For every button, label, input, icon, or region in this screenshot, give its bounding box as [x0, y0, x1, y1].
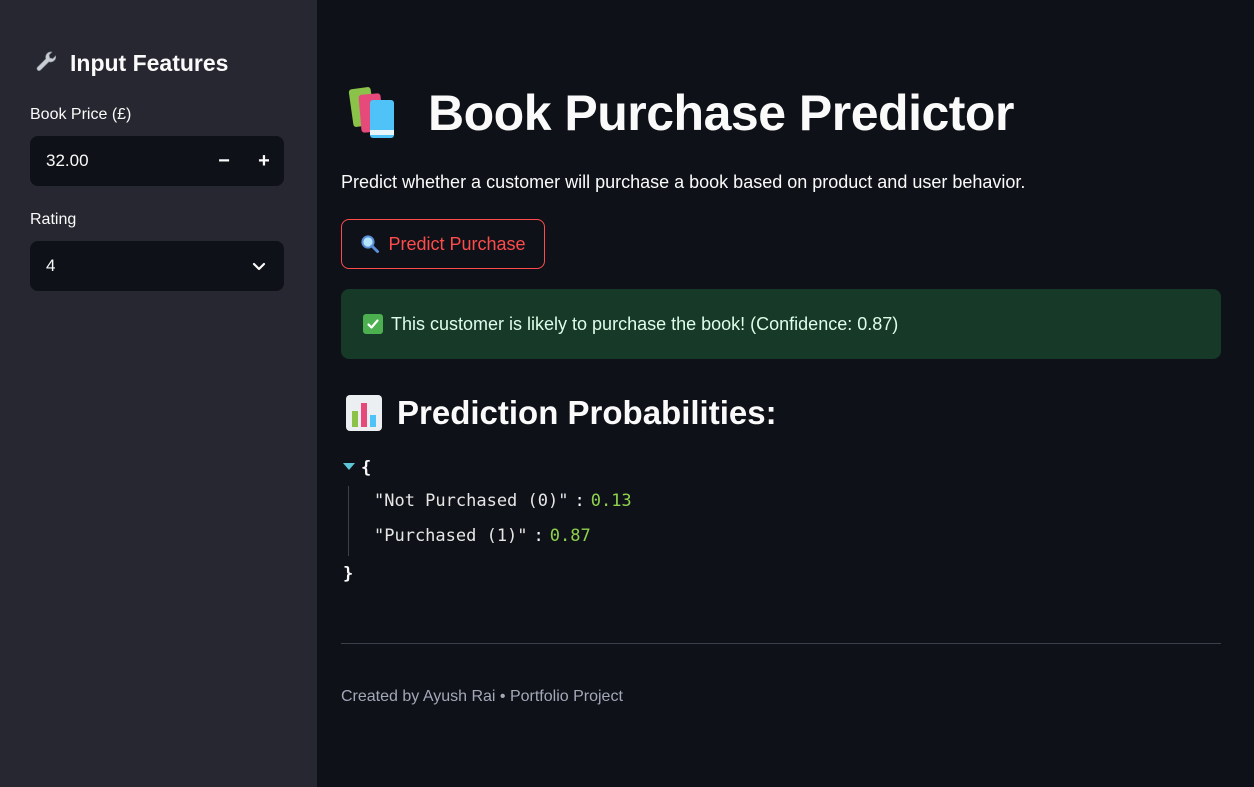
predict-purchase-button[interactable]: Predict Purchase [341, 219, 545, 269]
magnifier-icon [361, 235, 380, 253]
json-row: "Not Purchased (0)":0.13 [374, 491, 632, 511]
predict-button-label: Predict Purchase [388, 233, 526, 254]
page-title: Book Purchase Predictor [348, 84, 1014, 142]
page-title-text: Book Purchase Predictor [428, 85, 1014, 141]
rating-selected-value: 4 [46, 256, 56, 275]
divider [341, 643, 1221, 644]
json-viewer: { "Not Purchased (0)":0.13 "Purchased (1… [343, 458, 632, 584]
collapse-toggle-icon[interactable] [343, 463, 355, 470]
json-close-brace: } [343, 564, 354, 584]
check-box-icon [363, 314, 383, 334]
json-row: "Purchased (1)":0.87 [374, 526, 591, 546]
success-alert: This customer is likely to purchase the … [341, 289, 1221, 359]
bar-chart-icon [346, 395, 382, 431]
page-subtitle: Predict whether a customer will purchase… [341, 172, 1026, 192]
price-number-input: 32.00 − + [30, 136, 284, 186]
probabilities-heading: Prediction Probabilities: [345, 394, 777, 432]
books-icon [348, 87, 394, 138]
sidebar-title: Input Features [34, 50, 228, 77]
json-body: "Not Purchased (0)":0.13 "Purchased (1)"… [348, 486, 632, 556]
chevron-down-icon[interactable] [234, 258, 284, 274]
json-key: "Not Purchased (0)" [374, 491, 569, 511]
increment-button[interactable]: + [244, 136, 284, 186]
footer-text: Created by Ayush Rai • Portfolio Project [341, 688, 623, 705]
sidebar-title-text: Input Features [70, 50, 229, 76]
json-open-brace: { [361, 458, 372, 478]
json-value: 0.13 [590, 491, 632, 511]
probabilities-heading-text: Prediction Probabilities: [397, 394, 777, 431]
json-key: "Purchased (1)" [374, 526, 528, 546]
decrement-button[interactable]: − [204, 136, 244, 186]
json-value: 0.87 [549, 526, 591, 546]
wrench-icon [36, 51, 57, 71]
sidebar: Input Features Book Price (£) 32.00 − + … [0, 0, 317, 787]
success-alert-text: This customer is likely to purchase the … [391, 313, 899, 334]
price-label: Book Price (£) [30, 106, 132, 123]
rating-label: Rating [30, 211, 77, 228]
price-input[interactable]: 32.00 [30, 151, 204, 171]
rating-select[interactable]: 4 [30, 241, 284, 291]
